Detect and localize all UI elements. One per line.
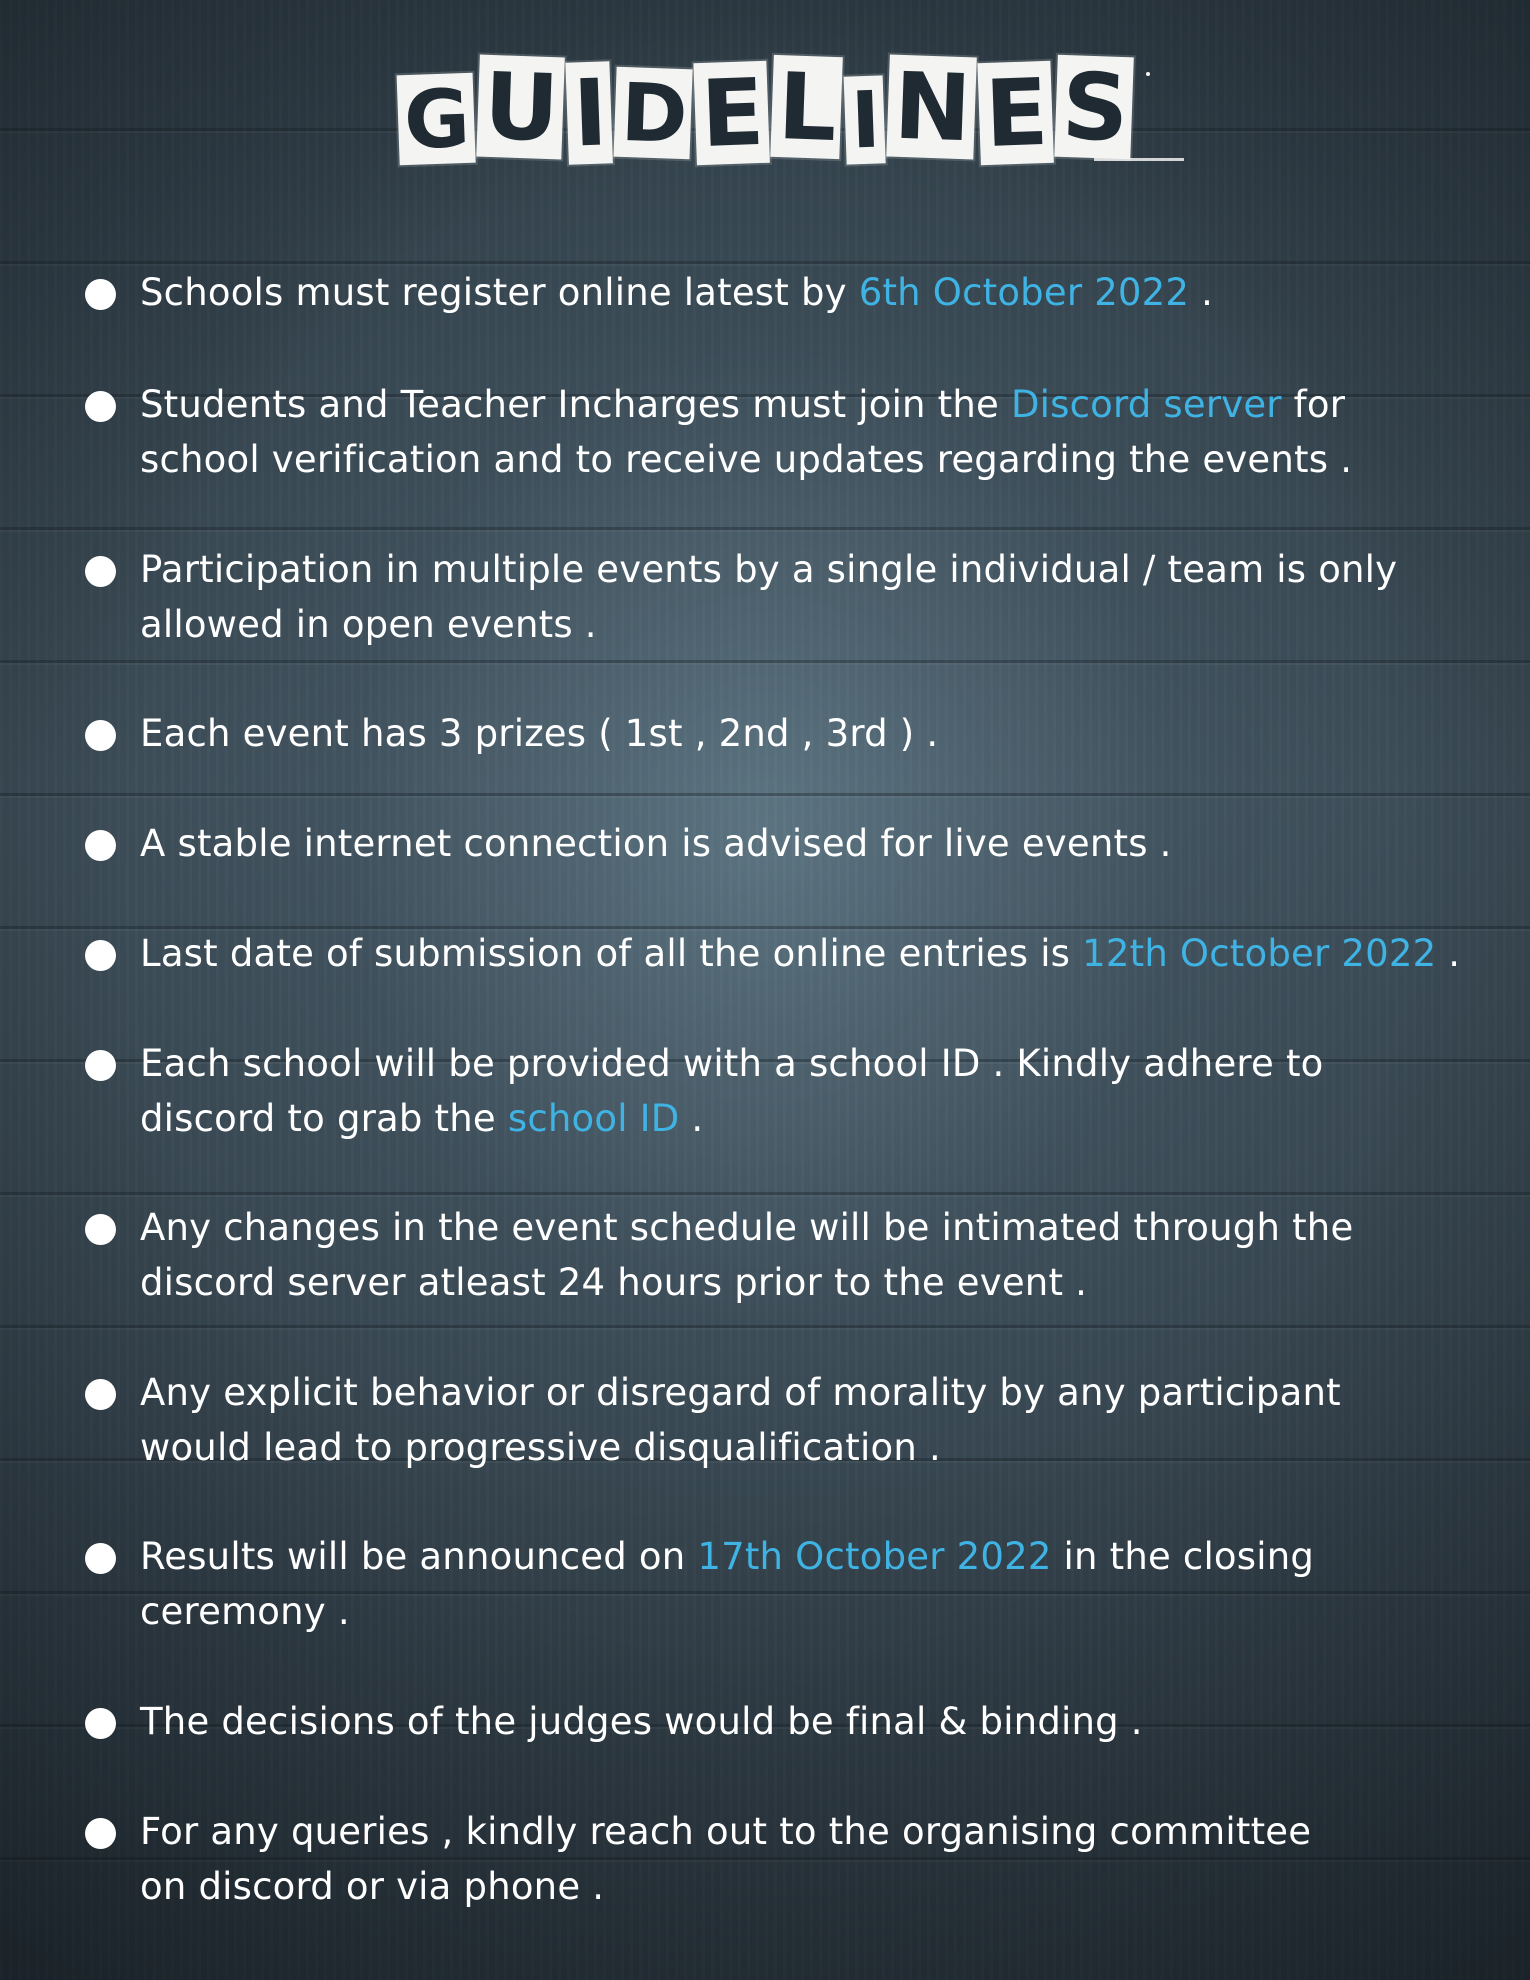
guideline-line: discord to grab the school ID . bbox=[140, 1091, 1324, 1146]
guideline-item: Students and Teacher Incharges must join… bbox=[85, 377, 1352, 487]
bullet-dot-icon bbox=[85, 940, 116, 971]
text-segment: Any explicit behavior or disregard of mo… bbox=[140, 1371, 1341, 1414]
guideline-text: Last date of submission of all the onlin… bbox=[140, 926, 1460, 981]
title-letter-tile: S bbox=[1053, 53, 1134, 162]
text-segment: school verification and to receive updat… bbox=[140, 438, 1353, 481]
guideline-text: Each school will be provided with a scho… bbox=[140, 1036, 1324, 1146]
text-segment: on discord or via phone . bbox=[140, 1865, 605, 1908]
highlighted-text: school ID bbox=[507, 1097, 680, 1140]
guideline-line: Last date of submission of all the onlin… bbox=[140, 926, 1460, 981]
text-segment: . bbox=[1436, 932, 1461, 975]
guideline-item: Participation in multiple events by a si… bbox=[85, 542, 1397, 652]
bullet-dot-icon bbox=[85, 1708, 116, 1739]
text-segment: would lead to progressive disqualificati… bbox=[140, 1426, 941, 1469]
text-segment: ceremony . bbox=[140, 1590, 350, 1633]
guideline-text: Each event has 3 prizes ( 1st , 2nd , 3r… bbox=[140, 706, 938, 761]
guideline-item: Any changes in the event schedule will b… bbox=[85, 1200, 1353, 1310]
bullet-dot-icon bbox=[85, 1214, 116, 1245]
guideline-line: Results will be announced on 17th Octobe… bbox=[140, 1529, 1314, 1584]
guideline-line: The decisions of the judges would be fin… bbox=[140, 1694, 1143, 1749]
guideline-item: Each event has 3 prizes ( 1st , 2nd , 3r… bbox=[85, 706, 938, 761]
guideline-item: Last date of submission of all the onlin… bbox=[85, 926, 1460, 981]
guidelines-title-tiles: GUiDELiNES bbox=[396, 53, 1184, 168]
guideline-text: Any explicit behavior or disregard of mo… bbox=[140, 1365, 1341, 1475]
guideline-line: allowed in open events . bbox=[140, 597, 1397, 652]
guideline-line: Any changes in the event schedule will b… bbox=[140, 1200, 1353, 1255]
text-segment: Schools must register online latest by bbox=[140, 271, 859, 314]
page-title: GUiDELiNES bbox=[0, 53, 1530, 168]
highlighted-text: 17th October 2022 bbox=[697, 1535, 1052, 1578]
title-letter-tile: E bbox=[693, 59, 770, 168]
bullet-dot-icon bbox=[85, 1818, 116, 1849]
text-segment: in the closing bbox=[1051, 1535, 1315, 1578]
text-segment: allowed in open events . bbox=[140, 603, 597, 646]
guideline-line: Each event has 3 prizes ( 1st , 2nd , 3r… bbox=[140, 706, 938, 761]
text-segment: Students and Teacher Incharges must join… bbox=[140, 383, 1011, 426]
guideline-item: The decisions of the judges would be fin… bbox=[85, 1694, 1143, 1749]
highlighted-text: 12th October 2022 bbox=[1082, 932, 1437, 975]
text-segment: discord server atleast 24 hours prior to… bbox=[140, 1261, 1088, 1304]
guideline-line: Students and Teacher Incharges must join… bbox=[140, 377, 1352, 432]
title-letter-tile: i bbox=[564, 59, 613, 168]
title-letter-tile: N bbox=[886, 53, 977, 162]
bullet-dot-icon bbox=[85, 1050, 116, 1081]
bullet-dot-icon bbox=[85, 391, 116, 422]
guideline-item: A stable internet connection is advised … bbox=[85, 816, 1172, 871]
guideline-line: Participation in multiple events by a si… bbox=[140, 542, 1397, 597]
guideline-line: Any explicit behavior or disregard of mo… bbox=[140, 1365, 1341, 1420]
guideline-line: Each school will be provided with a scho… bbox=[140, 1036, 1324, 1091]
text-segment: Results will be announced on bbox=[140, 1535, 698, 1578]
bullet-dot-icon bbox=[85, 830, 116, 861]
guideline-line: ceremony . bbox=[140, 1584, 1314, 1639]
text-segment: for bbox=[1281, 383, 1346, 426]
text-segment: The decisions of the judges would be fin… bbox=[140, 1700, 1143, 1743]
guideline-text: Any changes in the event schedule will b… bbox=[140, 1200, 1353, 1310]
guideline-line: on discord or via phone . bbox=[140, 1859, 1311, 1914]
text-segment: discord to grab the bbox=[140, 1097, 508, 1140]
guideline-text: A stable internet connection is advised … bbox=[140, 816, 1172, 871]
text-segment: Each event has 3 prizes ( 1st , 2nd , 3r… bbox=[140, 712, 939, 755]
guideline-line: For any queries , kindly reach out to th… bbox=[140, 1804, 1311, 1859]
text-segment: . bbox=[1189, 271, 1214, 314]
text-segment: A stable internet connection is advised … bbox=[140, 822, 1172, 865]
highlighted-text: Discord server bbox=[1010, 383, 1282, 426]
title-letter-tile: D bbox=[613, 66, 693, 161]
guideline-text: Schools must register online latest by 6… bbox=[140, 265, 1213, 320]
guideline-line: school verification and to receive updat… bbox=[140, 432, 1352, 487]
text-segment: Last date of submission of all the onlin… bbox=[140, 932, 1083, 975]
title-letter-tile: i bbox=[843, 75, 886, 166]
text-segment: For any queries , kindly reach out to th… bbox=[140, 1810, 1312, 1853]
bullet-dot-icon bbox=[85, 1543, 116, 1574]
title-letter-tile: G bbox=[396, 72, 476, 167]
guideline-text: The decisions of the judges would be fin… bbox=[140, 1694, 1143, 1749]
text-segment: Any changes in the event schedule will b… bbox=[140, 1206, 1354, 1249]
title-dot-decoration bbox=[1145, 72, 1150, 76]
bullet-dot-icon bbox=[85, 279, 116, 310]
bullet-dot-icon bbox=[85, 1379, 116, 1410]
guideline-line: A stable internet connection is advised … bbox=[140, 816, 1172, 871]
title-letter-tile: L bbox=[770, 53, 843, 162]
bullet-dot-icon bbox=[85, 556, 116, 587]
text-segment: Each school will be provided with a scho… bbox=[140, 1042, 1324, 1085]
guideline-line: would lead to progressive disqualificati… bbox=[140, 1420, 1341, 1475]
text-segment: Participation in multiple events by a si… bbox=[140, 548, 1398, 591]
guideline-item: Results will be announced on 17th Octobe… bbox=[85, 1529, 1314, 1639]
guideline-item: Each school will be provided with a scho… bbox=[85, 1036, 1324, 1146]
guideline-text: Participation in multiple events by a si… bbox=[140, 542, 1397, 652]
title-letter-tile: E bbox=[977, 59, 1054, 168]
guideline-text: Results will be announced on 17th Octobe… bbox=[140, 1529, 1314, 1639]
title-letter-tile: U bbox=[476, 53, 565, 162]
guideline-item: Any explicit behavior or disregard of mo… bbox=[85, 1365, 1341, 1475]
bullet-dot-icon bbox=[85, 720, 116, 751]
highlighted-text: 6th October 2022 bbox=[858, 271, 1190, 314]
guideline-text: For any queries , kindly reach out to th… bbox=[140, 1804, 1311, 1914]
text-segment: . bbox=[679, 1097, 704, 1140]
guideline-line: Schools must register online latest by 6… bbox=[140, 265, 1213, 320]
guideline-item: Schools must register online latest by 6… bbox=[85, 265, 1213, 320]
guideline-item: For any queries , kindly reach out to th… bbox=[85, 1804, 1311, 1914]
guideline-line: discord server atleast 24 hours prior to… bbox=[140, 1255, 1353, 1310]
guideline-text: Students and Teacher Incharges must join… bbox=[140, 377, 1352, 487]
